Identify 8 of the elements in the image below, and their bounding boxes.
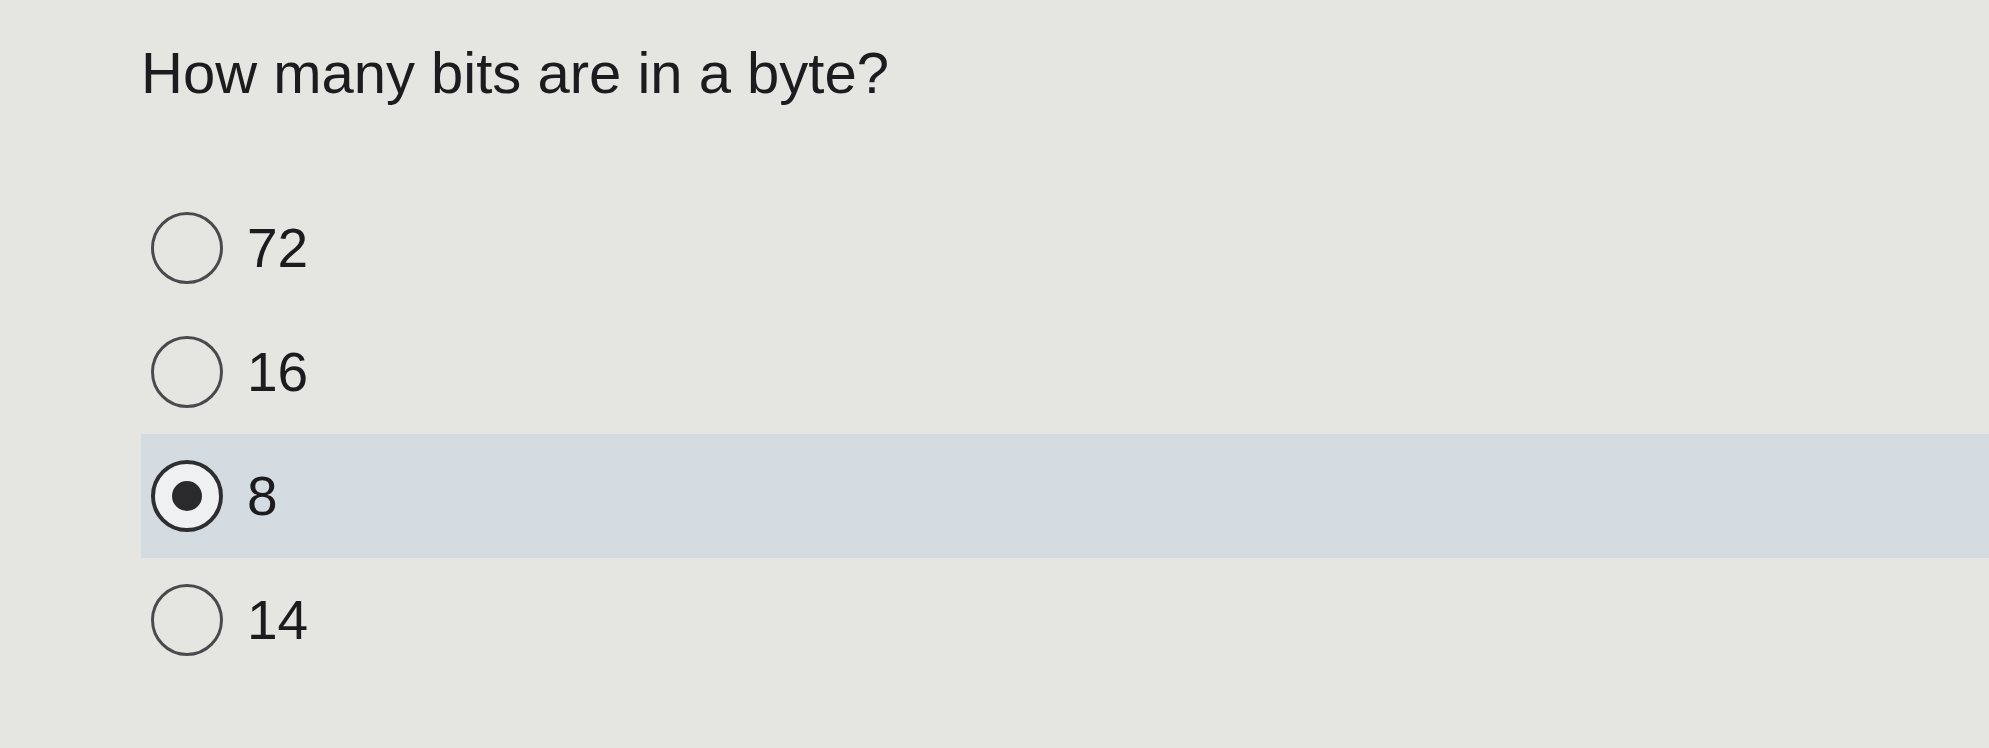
radio-button[interactable] bbox=[151, 584, 223, 656]
option-label: 8 bbox=[247, 464, 278, 528]
radio-button[interactable] bbox=[151, 336, 223, 408]
radio-button[interactable] bbox=[151, 212, 223, 284]
option-label: 14 bbox=[247, 588, 309, 652]
question-text: How many bits are in a byte? bbox=[141, 39, 889, 107]
option-label: 72 bbox=[247, 216, 309, 280]
option-label: 16 bbox=[247, 340, 309, 404]
